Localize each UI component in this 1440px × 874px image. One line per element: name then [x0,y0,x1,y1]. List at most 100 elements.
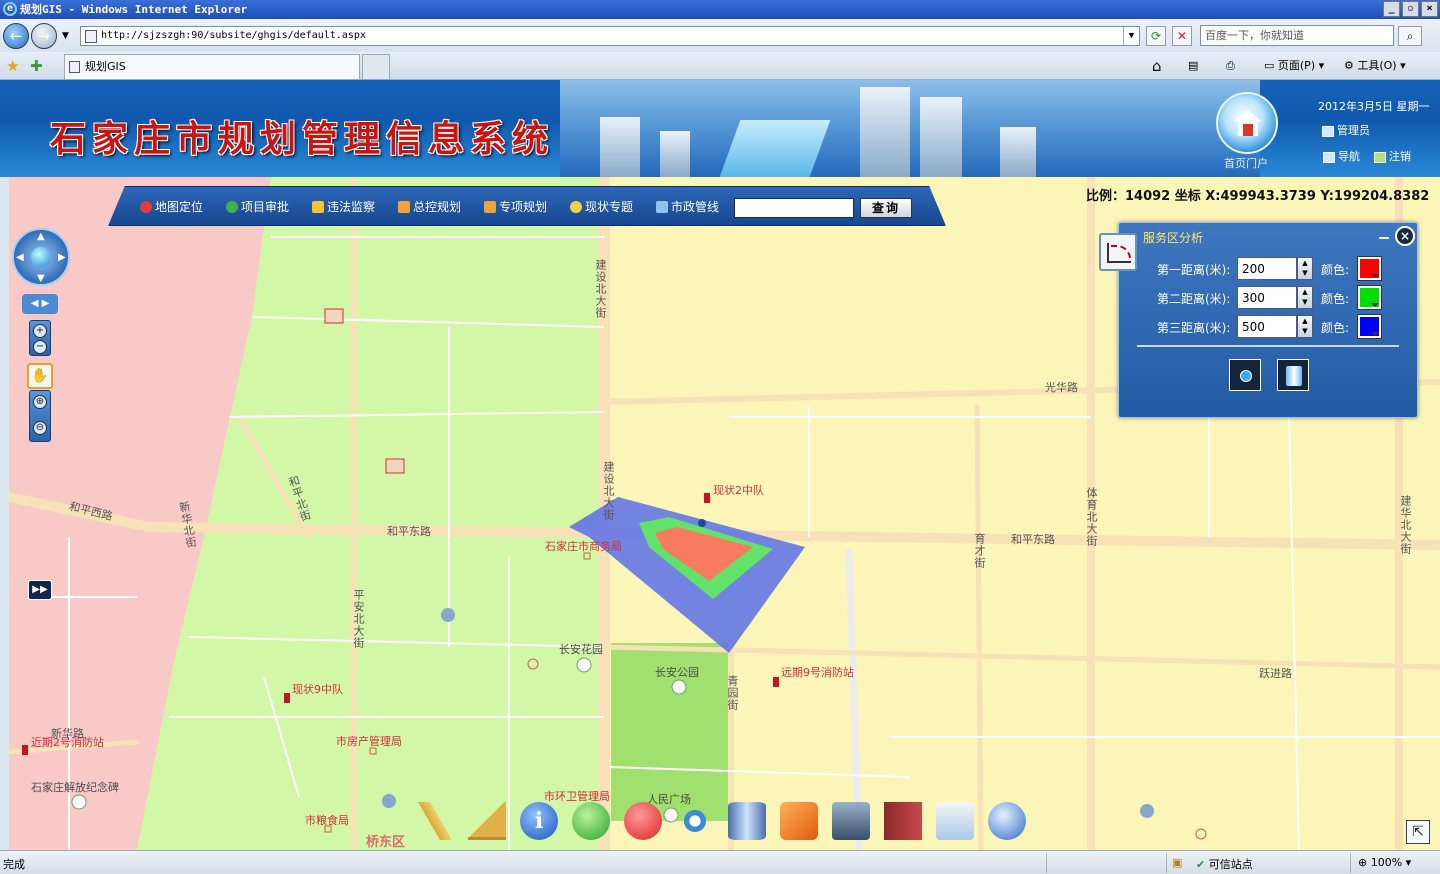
color-picker-blue[interactable] [1357,314,1382,339]
poi-label[interactable]: 长安公园 [655,664,699,680]
query-input[interactable] [734,198,854,218]
refresh-button[interactable]: ⟳ [1146,26,1166,46]
poi-label[interactable]: 市粮食局 [305,812,349,828]
panel-minimize-button[interactable] [1379,237,1389,239]
search-icon[interactable]: ⌕ [1398,26,1422,46]
pan-down-arrow[interactable]: ▼ [37,274,45,284]
poi-label[interactable]: 远期9号消防站 [781,664,854,680]
toolbar-item-pipelines[interactable]: 市政管线 [656,198,719,215]
distance-spinner[interactable]: ▲ ▼ [1297,257,1313,280]
distance-spinner[interactable]: ▲ ▼ [1297,286,1313,309]
chat-icon[interactable] [572,802,610,840]
system-title: 石家庄市规划管理信息系统 [50,118,555,160]
network-icon[interactable] [676,802,714,840]
add-book-icon[interactable] [884,802,922,840]
banner-building [860,87,910,177]
print-icon[interactable]: ⎙ [1226,56,1235,76]
toolbar-item-map-locate[interactable]: 地图定位 [140,198,203,215]
panel-close-button[interactable]: × [1395,226,1415,246]
logout-link[interactable]: 注销 [1374,148,1411,164]
tools-menu[interactable]: ⚙ 工具(O) ▾ [1344,56,1406,76]
toolbar-item-master-plan[interactable]: 总控规划 [398,198,461,215]
info-icon[interactable]: i [520,802,558,840]
pan-right-arrow[interactable]: ▶ [58,253,66,263]
distance-input-1[interactable]: 200 [1237,257,1297,280]
database-icon[interactable] [728,802,766,840]
history-dropdown-icon[interactable]: ▼ [62,31,69,41]
toolbar-item-current-theme[interactable]: 现状专题 [570,198,633,215]
comment-icon[interactable] [624,802,662,840]
clear-button[interactable] [1277,359,1309,391]
road-label: 建设北大街 [594,259,607,319]
stop-button[interactable]: ✕ [1172,26,1192,46]
triangle-ruler-icon[interactable] [468,802,506,840]
close-window-button[interactable]: × [1421,1,1438,17]
color-label: 颜色: [1321,321,1350,335]
home-portal-button[interactable] [1216,92,1278,154]
toolbar-item-project-approval[interactable]: 项目审批 [226,198,289,215]
zoom-level[interactable]: ⊕ 100% ▾ [1358,856,1411,869]
favorites-star-icon[interactable]: ★ [6,56,19,76]
toolbar-item-violation[interactable]: 违法监察 [312,198,375,215]
poi-label[interactable]: 近期2号消防站 [31,734,104,750]
rss-icon[interactable] [780,802,818,840]
address-field[interactable]: http://sjzszgh:90/subsite/ghgis/default.… [80,26,1140,46]
draw-point-button[interactable] [1229,359,1261,391]
window-title: 规划GIS - Windows Internet Explorer [20,3,248,16]
zoom-in-button[interactable]: + [33,324,47,338]
check-icon: ✔ [1196,858,1209,871]
forward-button[interactable]: → [31,23,57,49]
banner-building [1000,127,1036,177]
expand-panel-icon[interactable]: ▶▶ [28,580,52,600]
home-icon[interactable]: ⌂ [1152,56,1162,76]
pan-navigation-control[interactable]: ▲ ▼ ◀ ▶ [12,228,70,286]
security-zone[interactable]: ✔ 可信站点 [1196,856,1253,872]
edit-note-icon[interactable] [936,802,974,840]
document-icon [312,201,324,213]
poi-label[interactable]: 石家庄解放纪念碑 [31,779,119,795]
road-label: 体育北大街 [1085,487,1098,547]
page-menu[interactable]: ▭ 页面(P) ▾ [1264,56,1324,76]
nav-icon [1323,151,1335,163]
address-text: http://sjzszgh:90/subsite/ghgis/default.… [101,30,366,41]
map-pin-icon [140,201,152,213]
pan-hand-icon[interactable]: ✋ [27,363,53,389]
zoom-out-tool-icon[interactable]: ⊖ [33,421,47,435]
minimize-button[interactable]: _ [1383,1,1400,17]
poi-label[interactable]: 现状9中队 [292,681,343,697]
home-portal-label[interactable]: 首页门户 [1224,155,1268,171]
toolbar-item-special-plan[interactable]: 专项规划 [484,198,547,215]
distance-label: 第二距离(米): [1157,292,1231,306]
poi-label[interactable]: 现状2中队 [713,482,764,498]
distance-input-2[interactable]: 300 [1237,286,1297,309]
user-info: 管理员 [1322,122,1370,138]
color-picker-red[interactable] [1357,256,1382,281]
full-extent-control[interactable]: ◀ ▶ [22,294,58,314]
nav-link[interactable]: 导航 [1323,148,1360,164]
feeds-icon[interactable]: ▤ [1188,56,1198,76]
distance-spinner[interactable]: ▲ ▼ [1297,315,1313,338]
query-button[interactable]: 查询 [860,198,912,218]
distance-input-3[interactable]: 500 [1237,315,1297,338]
poi-label[interactable]: 石家庄市商务局 [545,538,622,554]
resize-corner-icon[interactable]: ⇱ [1406,820,1430,844]
pan-up-arrow[interactable]: ▲ [37,232,45,242]
address-dropdown-icon[interactable]: ▼ [1123,27,1139,45]
zoom-in-tool-icon[interactable]: ⊕ [33,395,47,409]
back-button[interactable]: ← [3,23,29,49]
new-tab-button[interactable] [362,54,390,79]
restore-button[interactable]: ▫ [1402,1,1419,17]
home-tool-icon[interactable] [988,802,1026,840]
color-picker-green[interactable] [1357,285,1382,310]
printer-icon[interactable] [832,802,870,840]
add-favorite-icon[interactable]: ✚ [30,56,43,76]
poi-label[interactable]: 长安花园 [559,641,603,657]
ruler-icon[interactable] [416,802,454,840]
search-input[interactable]: 百度一下，你就知道 [1200,25,1394,46]
zoom-out-button[interactable]: − [33,340,47,354]
toolbar-item-label: 地图定位 [155,200,204,214]
pan-left-arrow[interactable]: ◀ [16,253,24,263]
poi-label[interactable]: 市房产管理局 [336,733,402,749]
poi-label[interactable]: 桥东区 [366,831,405,850]
tab-gis[interactable]: 规划GIS [64,54,360,79]
